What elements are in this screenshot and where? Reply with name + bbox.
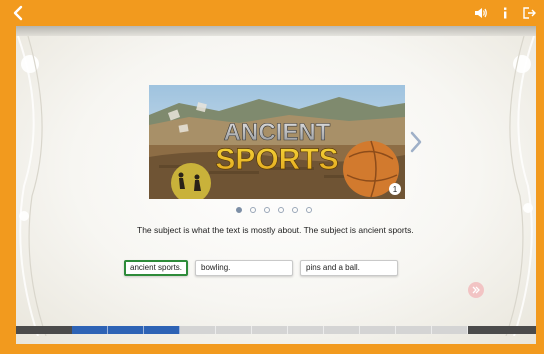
progress-segment [252,326,288,334]
progress-segment [324,326,360,334]
speaker-icon[interactable] [474,6,488,20]
decorative-swirl-left [17,36,47,336]
double-arrow-icon [472,286,480,294]
passage-text: The subject is what the text is mostly a… [137,225,414,235]
exit-icon[interactable] [522,6,536,20]
pager-dot[interactable] [264,207,270,213]
choice-ancient-sports[interactable]: ancient sports. [124,260,189,276]
chevron-left-icon[interactable] [10,5,26,21]
top-toolbar [474,5,536,21]
ancient-sports-hero-image: ANCIENT SPORTS 1 [149,85,405,199]
progress-segment [216,326,252,334]
choice-bowling[interactable]: bowling. [195,260,294,276]
chevron-right-icon[interactable] [410,131,422,153]
progress-segment [72,326,108,334]
carousel-pager [236,207,312,213]
progress-segment [432,326,468,334]
hero-title-line1: ANCIENT [224,119,331,146]
progress-segment [180,326,216,334]
progress-segment [360,326,396,334]
progress-segment [108,326,144,334]
info-icon[interactable] [498,6,512,20]
pager-dot[interactable] [250,207,256,213]
app-frame: ANCIENT SPORTS 1 The subject is what the… [0,0,544,354]
top-bar [0,0,544,26]
play-audio-button[interactable] [468,282,484,298]
progress-bar [16,326,536,334]
answer-choices: ancient sports. bowling. pins and a ball… [124,260,399,276]
pager-dot[interactable] [278,207,284,213]
progress-cap-right [468,326,536,334]
decorative-swirl-right [505,36,535,336]
progress-segment [288,326,324,334]
pager-dot[interactable] [306,207,312,213]
page-badge: 1 [393,185,398,194]
stage-top-strip [16,26,536,36]
hero-title-line2: SPORTS [215,143,338,176]
progress-segment [144,326,180,334]
choice-pins-and-a-ball[interactable]: pins and a ball. [300,260,399,276]
progress-segment [396,326,432,334]
pager-dot[interactable] [292,207,298,213]
pager-dot[interactable] [236,207,242,213]
lesson-stage: ANCIENT SPORTS 1 The subject is what the… [16,26,536,344]
progress-cap-left [16,326,72,334]
